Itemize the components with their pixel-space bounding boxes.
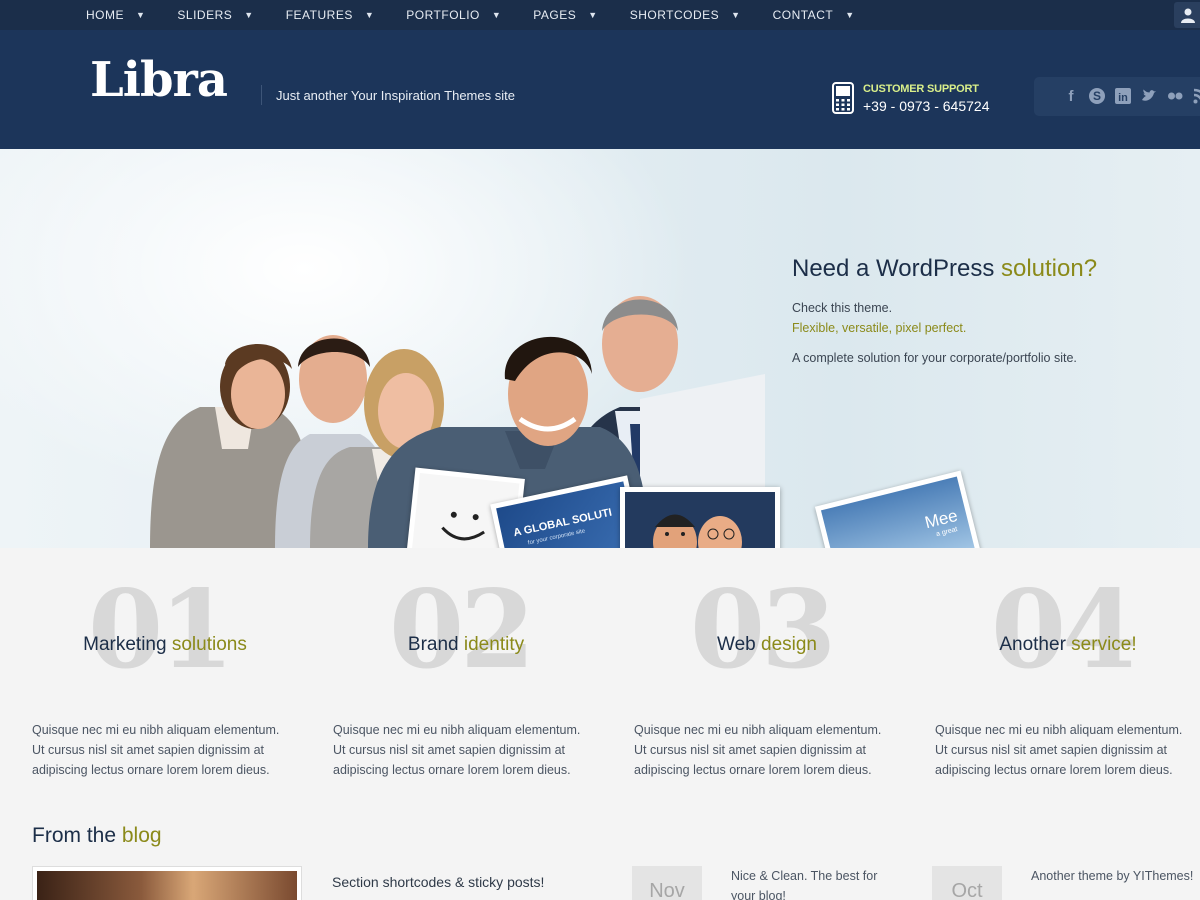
rss-icon[interactable]: [1191, 87, 1200, 107]
menu-item-label: PAGES: [533, 8, 577, 22]
flickr-icon[interactable]: [1165, 87, 1185, 107]
social-icons: f S in: [1034, 77, 1200, 116]
chevron-down-icon: ▼: [244, 10, 254, 20]
service-number: 03: [690, 567, 836, 693]
linkedin-icon[interactable]: in: [1113, 87, 1133, 107]
twitter-icon[interactable]: [1139, 87, 1159, 107]
hero-text-line: Check this theme.: [792, 301, 893, 315]
service-description: Quisque nec mi eu nibh aliquam elementum…: [935, 723, 1183, 777]
menu-item-label: HOME: [86, 8, 124, 22]
hero-slider[interactable]: Need a WordPress solution? Check this th…: [0, 149, 1200, 548]
service-number: 04: [991, 567, 1137, 693]
service-title[interactable]: Brand identity: [331, 634, 601, 656]
main-menu: HOME ▼ SLIDERS ▼ FEATURES ▼ PORTFOLIO ▼ PAGE…: [70, 0, 871, 30]
menu-item-portfolio[interactable]: PORTFOLIO ▼: [390, 0, 517, 30]
menu-item-home[interactable]: HOME ▼: [70, 0, 161, 30]
tweet-text: Nice & Clean. The best for your blog!: [731, 869, 878, 900]
svg-text:S: S: [1093, 89, 1101, 103]
service-title[interactable]: Another service!: [933, 634, 1200, 656]
menu-item-label: SHORTCODES: [629, 8, 720, 22]
svg-text:in: in: [1118, 92, 1128, 104]
phone-icon: [832, 82, 854, 114]
chevron-down-icon: ▼: [136, 10, 146, 20]
menu-item-shortcodes[interactable]: SHORTCODES ▼: [614, 0, 757, 30]
slider-thumbnail[interactable]: [620, 487, 780, 548]
user-login-button[interactable]: [1174, 2, 1200, 28]
chevron-down-icon: ▼: [731, 10, 741, 20]
service-description: Quisque nec mi eu nibh aliquam elementum…: [634, 723, 882, 777]
tweet-text: Another theme by YIThemes!: [1031, 869, 1194, 883]
menu-item-label: SLIDERS: [177, 8, 233, 22]
service-description: Quisque nec mi eu nibh aliquam elementum…: [333, 723, 581, 777]
menu-item-label: FEATURES: [285, 8, 353, 22]
blog-post-title[interactable]: Section shortcodes & sticky posts!: [332, 874, 544, 890]
service-title[interactable]: Web design: [632, 634, 902, 656]
services-section: 01 Marketing solutions Quisque nec mi eu…: [0, 548, 1200, 900]
service-description: Quisque nec mi eu nibh aliquam elementum…: [32, 723, 280, 777]
hero-text-line: A complete solution for your corporate/p…: [792, 351, 1077, 365]
site-logo[interactable]: Libra: [90, 52, 228, 108]
blog-heading: From the blog: [32, 824, 162, 847]
chevron-down-icon: ▼: [588, 10, 598, 20]
menu-item-sliders[interactable]: SLIDERS ▼: [161, 0, 269, 30]
site-tagline: Just another Your Inspiration Themes sit…: [261, 85, 515, 105]
menu-item-label: PORTFOLIO: [406, 8, 480, 22]
hero-title: Need a WordPress solution?: [792, 255, 1098, 282]
user-icon: [1181, 8, 1195, 23]
menu-item-pages[interactable]: PAGES ▼: [517, 0, 613, 30]
top-navigation: HOME ▼ SLIDERS ▼ FEATURES ▼ PORTFOLIO ▼ PAGE…: [0, 0, 1200, 30]
post-date-badge: Nov: [632, 866, 702, 900]
service-number: 02: [389, 567, 535, 693]
skype-icon[interactable]: S: [1087, 87, 1107, 107]
chevron-down-icon: ▼: [364, 10, 375, 20]
menu-item-features[interactable]: FEATURES ▼: [270, 0, 391, 30]
menu-item-label: CONTACT: [772, 8, 834, 22]
hero-text-highlight: Flexible, versatile, pixel perfect.: [792, 321, 967, 335]
menu-item-contact[interactable]: CONTACT ▼: [757, 0, 871, 30]
slider-thumbnail[interactable]: Mee a great: [814, 470, 988, 548]
chevron-down-icon: ▼: [491, 10, 502, 20]
post-date-badge: Oct: [932, 866, 1002, 900]
blog-post-thumbnail[interactable]: [32, 866, 302, 900]
support-label: CUSTOMER SUPPORT: [863, 83, 979, 95]
facebook-icon[interactable]: f: [1061, 87, 1081, 107]
support-phone: +39 - 0973 - 645724: [863, 98, 990, 114]
site-header: Libra Just another Your Inspiration Them…: [0, 30, 1200, 149]
service-title[interactable]: Marketing solutions: [30, 634, 300, 656]
chevron-down-icon: ▼: [845, 10, 855, 20]
service-number: 01: [88, 567, 234, 693]
